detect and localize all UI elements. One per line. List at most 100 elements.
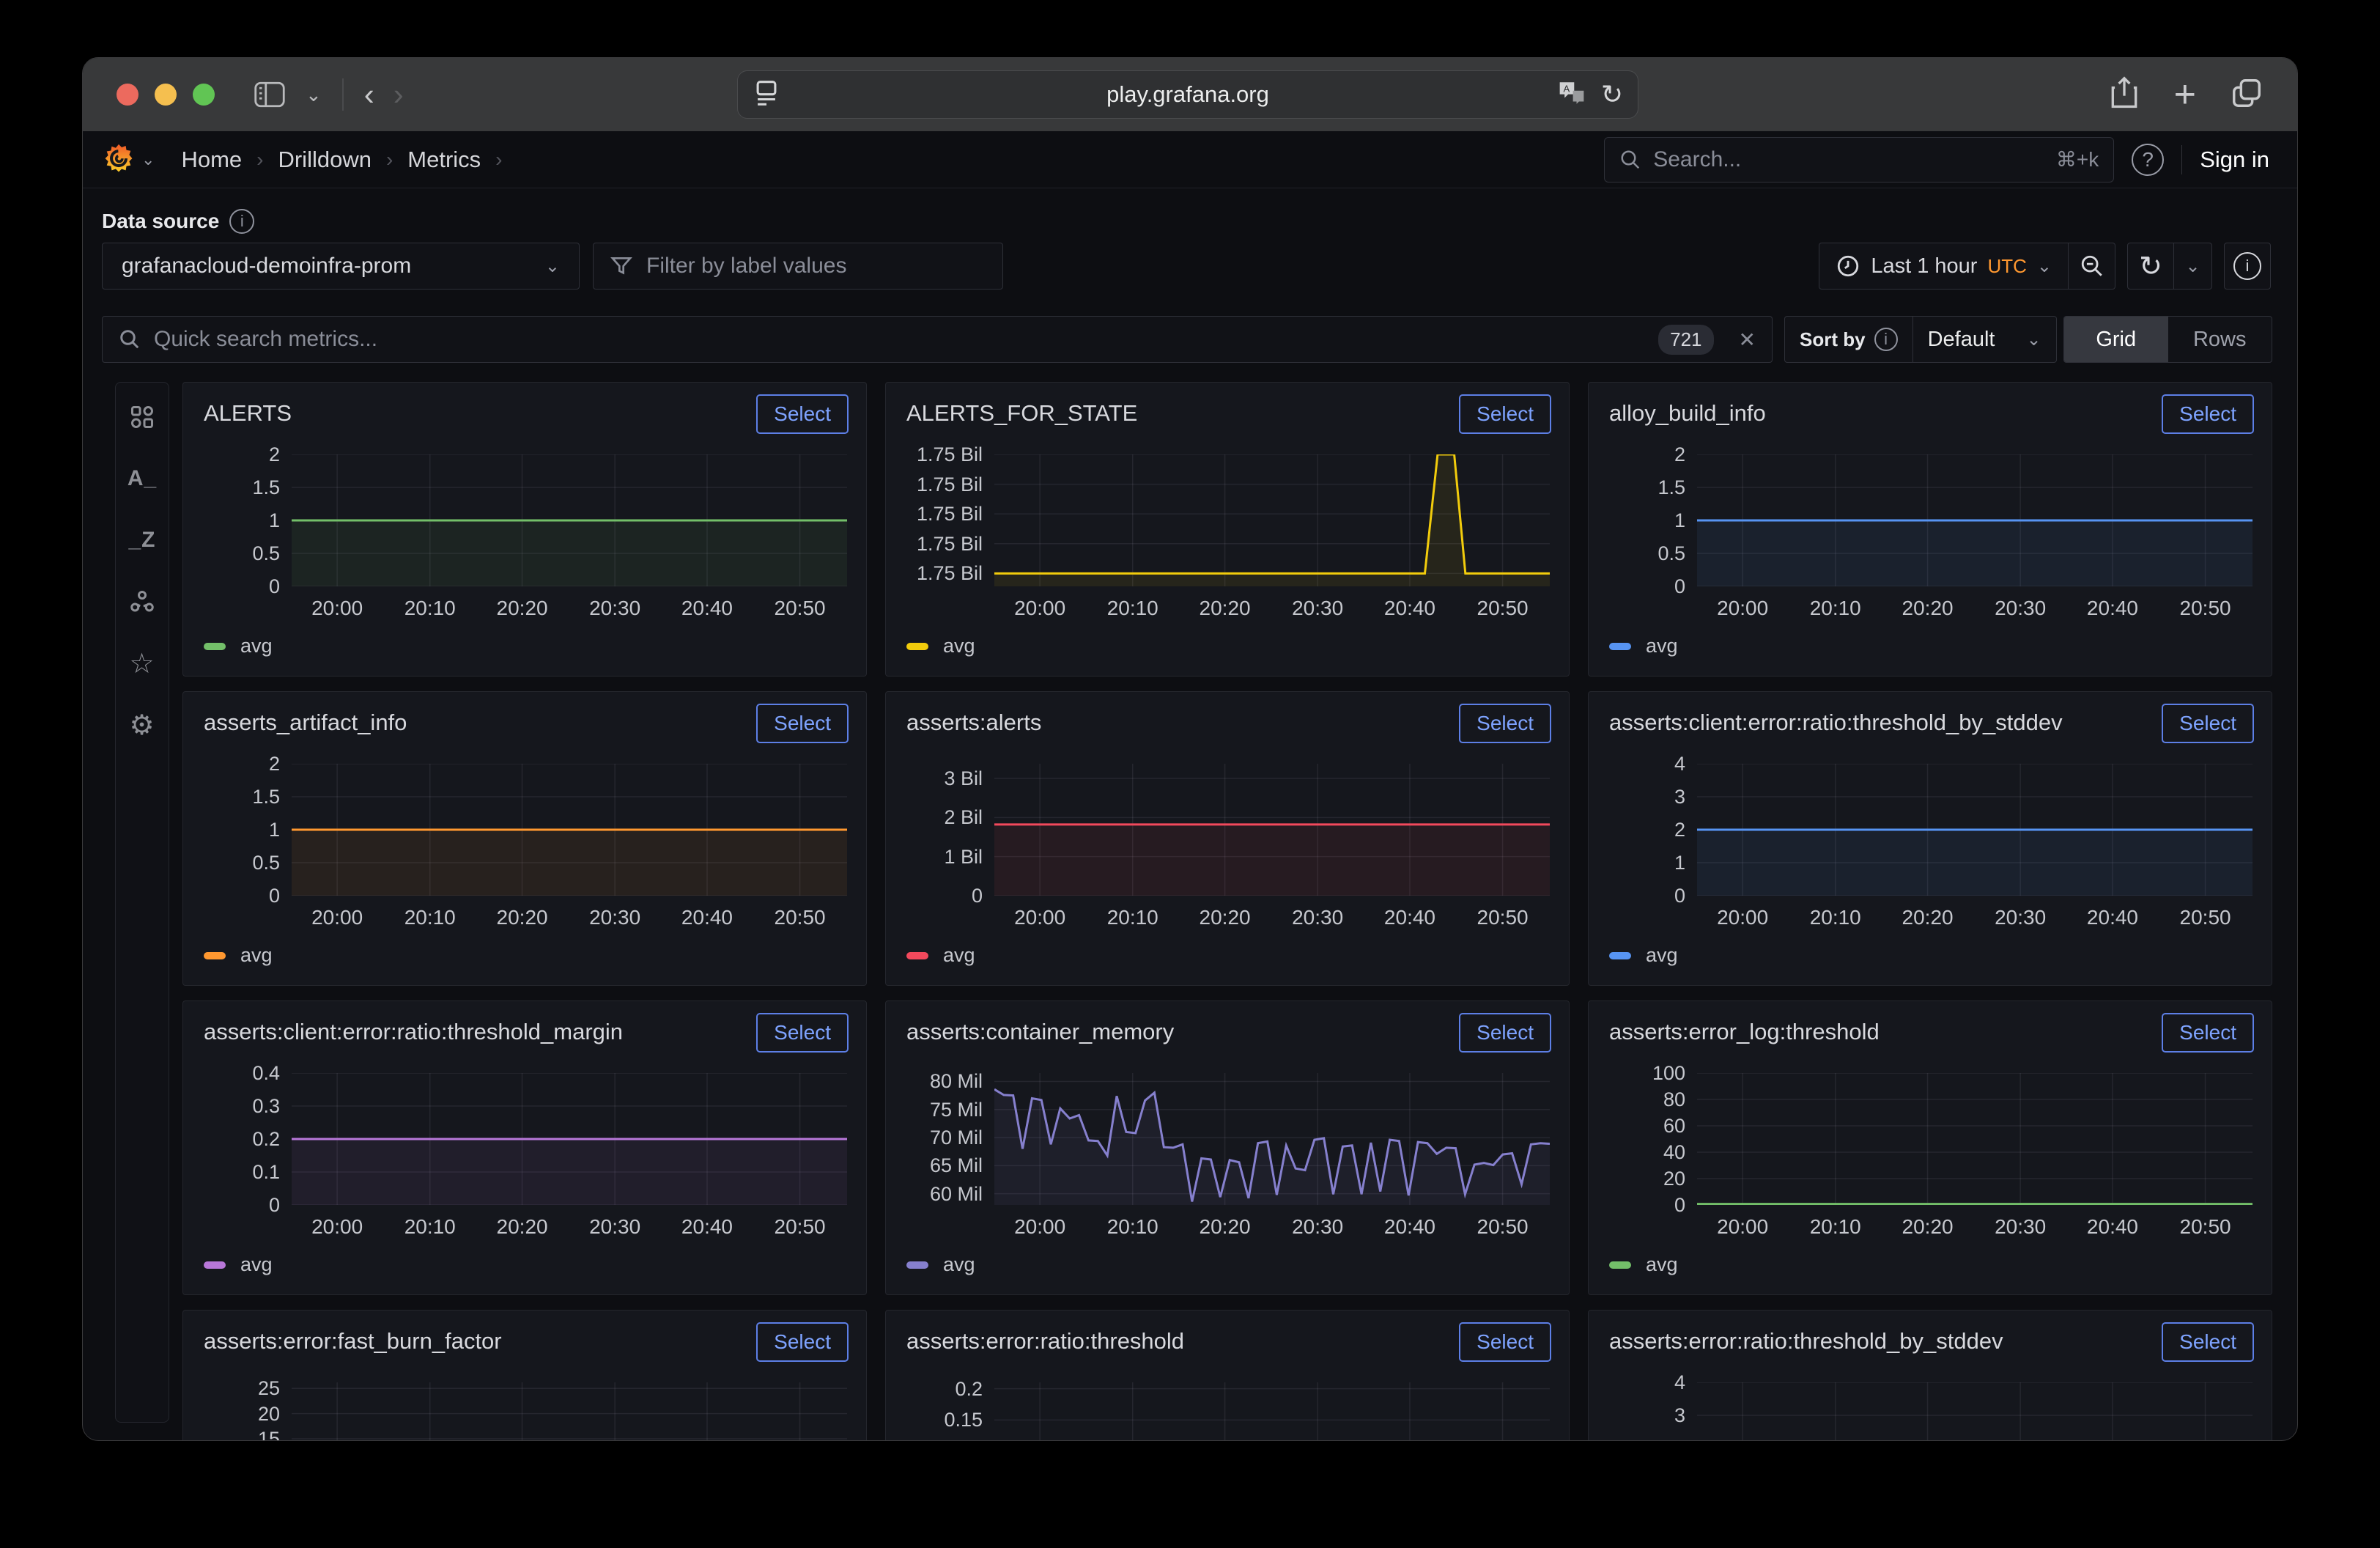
sort-za-icon[interactable]: _Z [128, 526, 156, 554]
timezone-badge: UTC [1987, 255, 2026, 278]
search-icon [119, 328, 141, 350]
select-metric-button[interactable]: Select [1459, 394, 1551, 434]
clear-search-icon[interactable]: ✕ [1739, 328, 1756, 352]
new-tab-icon[interactable]: + [2174, 73, 2196, 117]
address-bar[interactable]: play.grafana.org A ↻ [737, 70, 1638, 119]
reader-icon[interactable] [754, 79, 779, 111]
grid-view-button[interactable]: Grid [2064, 317, 2168, 362]
chevron-down-icon: ⌄ [2026, 329, 2041, 350]
chart-plot [292, 764, 847, 896]
search-icon [1619, 149, 1641, 171]
sort-info-icon[interactable]: i [1874, 328, 1898, 351]
select-metric-button[interactable]: Select [756, 1013, 849, 1053]
info-button[interactable]: i [2224, 243, 2271, 290]
sort-select[interactable]: Default ⌄ [1913, 316, 2057, 363]
grafana-logo-icon[interactable] [102, 143, 136, 177]
select-metric-button[interactable]: Select [756, 1322, 849, 1362]
chart-plot [1697, 454, 2252, 586]
chart-plot [994, 1073, 1550, 1205]
select-metric-button[interactable]: Select [1459, 1322, 1551, 1362]
forward-button[interactable]: › [393, 77, 404, 112]
metric-panel-title: asserts_artifact_info [204, 710, 407, 736]
select-metric-button[interactable]: Select [2162, 1322, 2254, 1362]
chart-plot [292, 1382, 847, 1441]
overview-grid-icon[interactable] [128, 403, 156, 431]
group-cluster-icon[interactable] [128, 588, 156, 616]
star-icon[interactable]: ☆ [128, 649, 156, 677]
quick-search-input[interactable]: Quick search metrics... 721 ✕ [102, 316, 1773, 363]
metric-panel: asserts:container_memory Select 80 Mil75… [885, 1000, 1570, 1295]
zoom-out-button[interactable] [2069, 243, 2115, 290]
chart-plot [292, 1073, 847, 1205]
metric-panel: asserts:error:ratio:threshold_by_stddev … [1588, 1310, 2272, 1441]
minimize-window-button[interactable] [155, 84, 177, 106]
legend-swatch [204, 643, 226, 650]
metric-panel: asserts:client:error:ratio:threshold_mar… [182, 1000, 867, 1295]
traffic-lights [117, 84, 215, 106]
search-shortcut: ⌘+k [2056, 147, 2099, 172]
metric-panel-title: alloy_build_info [1609, 400, 1766, 427]
sidebar-dropdown-chevron-icon[interactable]: ⌄ [306, 84, 322, 106]
breadcrumb-metrics[interactable]: Metrics [407, 147, 481, 173]
settings-gear-icon[interactable]: ⚙ [128, 711, 156, 739]
time-range-picker[interactable]: Last 1 hour UTC ⌄ [1819, 243, 2069, 290]
svg-text:A: A [1563, 83, 1570, 94]
url-text: play.grafana.org [738, 81, 1638, 108]
rows-view-button[interactable]: Rows [2168, 317, 2272, 362]
select-metric-button[interactable]: Select [756, 704, 849, 743]
metric-panel-title: ALERTS_FOR_STATE [906, 400, 1137, 427]
legend-swatch [1609, 952, 1631, 959]
sidebar-toggle-icon[interactable] [253, 78, 287, 111]
refresh-button[interactable]: ↻ [2127, 243, 2174, 290]
grafana-header: ⌄ Home › Drilldown › Metrics › Search...… [83, 131, 2297, 188]
metric-panel: asserts:alerts Select 3 Bil2 Bil1 Bil0 2… [885, 691, 1570, 986]
legend-swatch [906, 1261, 928, 1269]
help-icon[interactable]: ? [2132, 144, 2164, 176]
zoom-out-icon [2080, 254, 2104, 279]
org-switcher-chevron-icon[interactable]: ⌄ [141, 150, 155, 169]
metric-panel-title: asserts:container_memory [906, 1019, 1174, 1045]
select-metric-button[interactable]: Select [1459, 704, 1551, 743]
legend-label: avg [240, 1253, 273, 1276]
legend-label: avg [240, 635, 273, 657]
breadcrumb-drilldown[interactable]: Drilldown [278, 147, 371, 173]
chevron-down-icon: ⌄ [2037, 256, 2052, 277]
metric-panel-title: asserts:client:error:ratio:threshold_by_… [1609, 710, 2063, 736]
refresh-interval-dropdown[interactable]: ⌄ [2174, 243, 2212, 290]
chart-plot [1697, 1073, 2252, 1205]
sign-in-button[interactable]: Sign in [2200, 147, 2269, 173]
select-metric-button[interactable]: Select [2162, 704, 2254, 743]
chart-plot [292, 454, 847, 586]
metric-panel: asserts:client:error:ratio:threshold_by_… [1588, 691, 2272, 986]
breadcrumb-home[interactable]: Home [181, 147, 242, 173]
chart-legend: avg [204, 1253, 273, 1276]
select-metric-button[interactable]: Select [1459, 1013, 1551, 1053]
chart-plot [994, 764, 1550, 896]
metric-panel-title: asserts:error:ratio:threshold_by_stddev [1609, 1328, 2003, 1354]
legend-swatch [204, 1261, 226, 1269]
reload-icon[interactable]: ↻ [1601, 79, 1623, 110]
metric-panel: alloy_build_info Select 21.510.50 20:002… [1588, 382, 2272, 677]
translate-icon[interactable]: A [1557, 80, 1586, 110]
share-icon[interactable] [2108, 75, 2140, 114]
close-window-button[interactable] [117, 84, 138, 106]
back-button[interactable]: ‹ [364, 77, 374, 112]
global-search-input[interactable]: Search... ⌘+k [1604, 137, 2114, 183]
select-metric-button[interactable]: Select [2162, 1013, 2254, 1053]
chart-legend: avg [1609, 635, 1678, 657]
sort-az-icon[interactable]: A_ [128, 465, 156, 493]
legend-label: avg [1646, 944, 1678, 967]
select-metric-button[interactable]: Select [756, 394, 849, 434]
metric-panel-title: asserts:error_log:threshold [1609, 1019, 1880, 1045]
data-source-info-icon[interactable]: i [229, 209, 254, 234]
legend-label: avg [1646, 635, 1678, 657]
label-filter-input[interactable]: Filter by label values [593, 243, 1003, 290]
zoom-window-button[interactable] [193, 84, 215, 106]
tab-overview-icon[interactable] [2230, 76, 2263, 114]
select-metric-button[interactable]: Select [2162, 394, 2254, 434]
legend-swatch [906, 643, 928, 650]
chart-legend: avg [204, 944, 273, 967]
data-source-select[interactable]: grafanacloud-demoinfra-prom ⌄ [102, 243, 580, 290]
metric-panel: ALERTS_FOR_STATE Select 1.75 Bil1.75 Bil… [885, 382, 1570, 677]
legend-label: avg [1646, 1253, 1678, 1276]
